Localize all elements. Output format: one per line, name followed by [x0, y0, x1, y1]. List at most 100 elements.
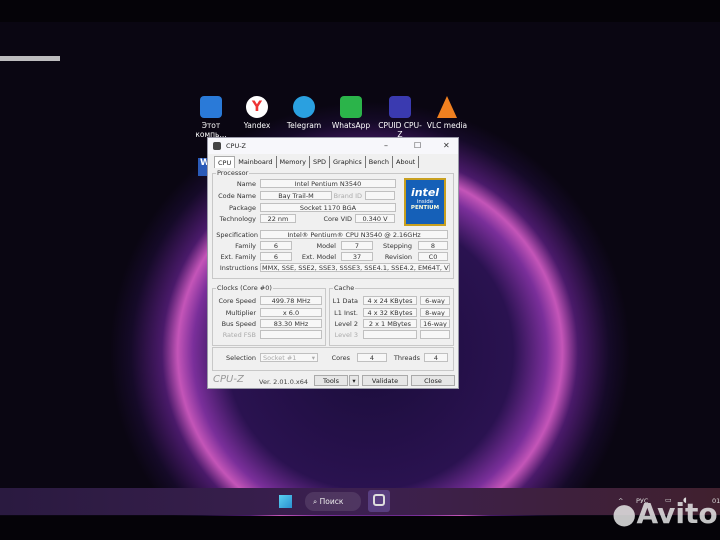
selection-label: Selection: [226, 354, 256, 362]
technology-value: 22 nm: [260, 214, 296, 223]
tab-bench[interactable]: Bench: [366, 156, 394, 168]
avito-watermark: ●Avito: [612, 497, 718, 530]
cache-l2-way: 16-way: [420, 319, 450, 328]
vlc-cone-icon: [437, 96, 457, 118]
minimize-button[interactable]: –: [384, 141, 388, 150]
validate-button[interactable]: Validate: [362, 375, 408, 386]
cache-l3-way: [420, 330, 450, 339]
tools-dropdown-button[interactable]: ▾: [349, 375, 359, 386]
tab-bar: CPU Mainboard Memory SPD Graphics Bench …: [208, 154, 458, 168]
cache-l3-size: [363, 330, 417, 339]
instructions-value: MMX, SSE, SSE2, SSE3, SSSE3, SSE4.1, SSE…: [260, 263, 450, 272]
icon-label: WhatsApp: [331, 121, 371, 130]
search-box[interactable]: ⌕ Поиск: [305, 492, 361, 511]
tab-mainboard[interactable]: Mainboard: [235, 156, 277, 168]
chevron-down-icon: ▾: [311, 354, 315, 362]
name-value: Intel Pentium N3540: [260, 179, 396, 188]
core-speed-value: 499.78 MHz: [260, 296, 322, 305]
search-icon: ⌕: [313, 497, 320, 506]
tab-about[interactable]: About: [393, 156, 420, 168]
family-label: Family: [235, 242, 256, 250]
codename-label: Code Name: [218, 192, 256, 200]
family-value: 6: [260, 241, 292, 250]
cache-l1i-size: 4 x 32 KBytes: [363, 308, 417, 317]
desktop-icon-whatsapp[interactable]: WhatsApp: [328, 96, 374, 130]
package-label: Package: [229, 204, 256, 212]
group-legend: Processor: [217, 169, 249, 177]
specification-label: Specification: [216, 231, 258, 239]
group-legend: Cache: [334, 284, 355, 292]
maximize-button[interactable]: ☐: [414, 141, 421, 150]
name-label: Name: [236, 180, 256, 188]
cache-l3-label: Level 3: [334, 331, 358, 339]
multiplier-value: x 6.0: [260, 308, 322, 317]
icon-label: VLC media: [426, 121, 468, 130]
instructions-label: Instructions: [219, 264, 258, 272]
tab-cpu[interactable]: CPU: [214, 156, 236, 168]
core-speed-label: Core Speed: [218, 297, 257, 305]
package-value: Socket 1170 BGA: [260, 203, 396, 212]
stepping-value: 8: [418, 241, 448, 250]
logo-line: PENTIUM: [410, 205, 440, 211]
cores-value: 4: [357, 353, 387, 362]
watermark-text: Avito: [636, 497, 718, 530]
logo-brand: intel: [410, 186, 440, 199]
start-button[interactable]: [279, 495, 292, 508]
desktop-icon-vlc[interactable]: VLC media: [424, 96, 470, 130]
model-label: Model: [316, 242, 336, 250]
cpuz-window: CPU-Z – ☐ ✕ CPU Mainboard Memory SPD Gra…: [207, 137, 459, 389]
cache-l1d-way: 6-way: [420, 296, 450, 305]
taskbar-cpuz-button[interactable]: [368, 490, 390, 512]
close-button[interactable]: Close: [411, 375, 455, 386]
bus-speed-label: Bus Speed: [221, 320, 256, 328]
cpu-icon: [389, 96, 411, 118]
revision-value: C0: [418, 252, 448, 261]
rated-fsb-value: [260, 330, 322, 339]
window-title: CPU-Z: [226, 142, 247, 150]
bezel-strip: [0, 56, 60, 61]
cores-label: Cores: [331, 354, 350, 362]
icon-label: Telegram: [286, 121, 322, 130]
codename-value: Bay Trail-M: [260, 191, 332, 200]
tab-spd[interactable]: SPD: [310, 156, 331, 168]
search-label: Поиск: [319, 497, 344, 506]
desktop-icon-telegram[interactable]: Telegram: [281, 96, 327, 130]
cache-l1d-size: 4 x 24 KBytes: [363, 296, 417, 305]
cpuz-brand-logo: CPU-Z: [213, 374, 244, 385]
bus-speed-value: 83.30 MHz: [260, 319, 322, 328]
version-label: Ver. 2.01.0.x64: [259, 378, 309, 386]
cache-l1i-way: 8-way: [420, 308, 450, 317]
cache-l1i-label: L1 Inst.: [334, 309, 358, 317]
socket-select-value: Socket #1: [263, 354, 297, 362]
cpuz-icon: [373, 494, 385, 506]
extfamily-label: Ext. Family: [220, 253, 256, 261]
threads-label: Threads: [393, 354, 420, 362]
extfamily-value: 6: [260, 252, 292, 261]
specification-value: Intel® Pentium® CPU N3540 @ 2.16GHz: [260, 230, 448, 239]
brandid-value: [365, 191, 395, 200]
telegram-icon: [293, 96, 315, 118]
corevid-label: Core VID: [323, 215, 352, 223]
technology-label: Technology: [219, 215, 256, 223]
extmodel-label: Ext. Model: [301, 253, 336, 261]
icon-label: Yandex: [243, 121, 271, 130]
socket-select[interactable]: Socket #1 ▾: [260, 353, 318, 362]
desktop-icon-cpuz[interactable]: CPUID CPU-Z: [377, 96, 423, 139]
extmodel-value: 37: [341, 252, 373, 261]
monitor-icon: [200, 96, 222, 118]
desktop-icon-this-pc[interactable]: Этот компь...: [188, 96, 234, 139]
rated-fsb-label: Rated FSB: [222, 331, 256, 339]
cache-l2-label: Level 2: [334, 320, 358, 328]
tab-memory[interactable]: Memory: [277, 156, 310, 168]
yandex-icon: Y: [246, 96, 268, 118]
tools-button[interactable]: Tools: [314, 375, 348, 386]
cache-l1d-label: L1 Data: [332, 297, 358, 305]
title-bar: CPU-Z – ☐ ✕: [208, 138, 458, 154]
cpuz-app-icon: [213, 142, 221, 150]
close-window-button[interactable]: ✕: [443, 141, 450, 150]
revision-label: Revision: [384, 253, 412, 261]
tab-graphics[interactable]: Graphics: [330, 156, 366, 168]
desktop-icon-yandex[interactable]: Y Yandex: [234, 96, 280, 130]
brandid-label: Brand ID: [333, 192, 362, 200]
stepping-label: Stepping: [383, 242, 412, 250]
